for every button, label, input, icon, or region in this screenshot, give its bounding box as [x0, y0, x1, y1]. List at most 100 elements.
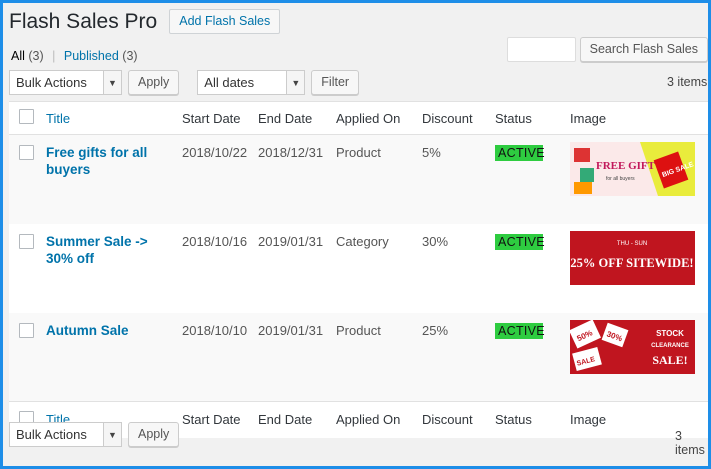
banner-text-sub: for all buyers: [606, 176, 635, 182]
row-title-link[interactable]: Summer Sale -> 30% off: [46, 224, 174, 267]
sale-banner-image: THU - SUN 25% OFF SITEWIDE!: [570, 230, 695, 285]
screen: Flash Sales Pro Add Flash Sales All (3) …: [3, 3, 708, 466]
sale-banner-image: FREE GIFT for all buyers BIG SALE: [570, 142, 695, 196]
title-cell: Autumn Sale: [46, 313, 182, 402]
row-title-link[interactable]: Autumn Sale: [46, 313, 174, 339]
column-image: Image: [570, 101, 708, 135]
applied-on-cell: Product: [336, 135, 422, 224]
view-published-count: (3): [122, 49, 138, 63]
status-cell: ACTIVE: [495, 224, 570, 313]
banner-text-stock: STOCK: [656, 329, 684, 338]
items-count-bottom: 3 items: [675, 429, 705, 457]
date-filter-value: All dates: [204, 75, 255, 90]
row-title-link[interactable]: Free gifts for all buyers: [46, 135, 174, 178]
image-cell: THU - SUN 25% OFF SITEWIDE!: [570, 224, 708, 313]
status-cell: ACTIVE: [495, 135, 570, 224]
row-checkbox-cell: [9, 313, 46, 402]
view-separator: |: [52, 49, 56, 63]
end-date-cell: 2018/12/31: [258, 135, 336, 224]
column-title[interactable]: Title: [46, 101, 182, 135]
discount: 5%: [422, 145, 441, 160]
flash-sales-table: Title Start Date End Date Applied On Dis…: [9, 101, 708, 438]
start-date-cell: 2018/10/22: [182, 135, 258, 224]
column-applied-on-footer: Applied On: [336, 401, 422, 438]
column-end-date: End Date: [258, 101, 336, 135]
sale-banner-image: 50% 30% SALE STOCK CLEARANCE SALE!: [570, 319, 695, 374]
column-applied-on: Applied On: [336, 101, 422, 135]
table-row: Summer Sale -> 30% off 2018/10/16 2019/0…: [9, 224, 708, 313]
bulk-actions-select-bottom[interactable]: Bulk Actions ▼: [9, 422, 122, 447]
column-status-footer: Status: [495, 401, 570, 438]
add-flash-sale-button[interactable]: Add Flash Sales: [169, 9, 281, 34]
applied-on: Product: [336, 145, 381, 160]
filter-button[interactable]: Filter: [311, 70, 360, 95]
table-row: Free gifts for all buyers 2018/10/22 201…: [9, 134, 708, 224]
bulk-actions-select-top[interactable]: Bulk Actions ▼: [9, 70, 122, 95]
chevron-down-icon: ▼: [103, 71, 121, 94]
search-box: Search Flash Sales: [506, 37, 708, 62]
column-status: Status: [495, 101, 570, 135]
applied-on: Category: [336, 233, 389, 249]
start-date-cell: 2018/10/10: [182, 313, 258, 402]
image-cell: 50% 30% SALE STOCK CLEARANCE SALE!: [570, 313, 708, 402]
bottom-tablenav: Bulk Actions ▼ Apply: [9, 422, 180, 447]
image-cell: FREE GIFT for all buyers BIG SALE: [570, 135, 708, 224]
discount-cell: 25%: [422, 313, 495, 402]
view-all-count: (3): [28, 49, 44, 63]
status-badge: ACTIVE: [495, 233, 545, 250]
chevron-down-icon: ▼: [103, 423, 121, 446]
search-input[interactable]: [506, 37, 576, 62]
start-date: 2018/10/22: [182, 145, 248, 160]
view-published-link[interactable]: Published: [64, 49, 119, 63]
bulk-actions-value: Bulk Actions: [16, 75, 87, 90]
end-date-cell: 2019/01/31: [258, 313, 336, 402]
table-header-row: Title Start Date End Date Applied On Dis…: [9, 101, 708, 135]
end-date: 2018/12/31: [258, 145, 324, 160]
row-checkbox[interactable]: [19, 145, 34, 160]
banner-text-sale: SALE!: [652, 353, 687, 367]
table-row: Autumn Sale 2018/10/10 2019/01/31 Produc…: [9, 312, 708, 402]
discount-cell: 30%: [422, 224, 495, 313]
select-all-cell: [9, 101, 46, 135]
applied-on-cell: Category: [336, 224, 422, 313]
page-header: Flash Sales Pro Add Flash Sales: [9, 9, 281, 34]
column-start-date-footer: Start Date: [182, 401, 258, 438]
items-count-top: 3 items: [667, 75, 708, 89]
applied-on-cell: Product: [336, 313, 422, 402]
page-title: Flash Sales Pro: [9, 9, 158, 33]
start-date: 2018/10/16: [182, 233, 248, 249]
applied-on: Product: [336, 322, 381, 338]
apply-button-top[interactable]: Apply: [128, 70, 180, 95]
title-cell: Summer Sale -> 30% off: [46, 224, 182, 313]
view-filters: All (3) | Published (3): [11, 49, 138, 63]
discount: 25%: [422, 322, 449, 338]
discount-cell: 5%: [422, 135, 495, 224]
banner-text-main: 25% OFF SITEWIDE!: [570, 256, 693, 270]
chevron-down-icon: ▼: [286, 71, 305, 94]
view-all-link[interactable]: All: [11, 49, 25, 63]
banner-text-main: FREE GIFT: [596, 160, 656, 172]
title-cell: Free gifts for all buyers: [46, 135, 182, 224]
end-date-cell: 2019/01/31: [258, 224, 336, 313]
banner-text-clearance: CLEARANCE: [651, 343, 689, 349]
column-discount-footer: Discount: [422, 401, 495, 438]
row-checkbox[interactable]: [19, 233, 34, 249]
status-badge: ACTIVE: [495, 145, 545, 161]
bulk-actions-value: Bulk Actions: [16, 427, 87, 442]
column-discount: Discount: [422, 101, 495, 135]
column-start-date: Start Date: [182, 101, 258, 135]
row-checkbox[interactable]: [19, 322, 34, 338]
select-all-checkbox[interactable]: [19, 109, 34, 124]
date-filter-select[interactable]: All dates ▼: [197, 70, 306, 95]
search-button[interactable]: Search Flash Sales: [579, 37, 708, 62]
top-tablenav: Bulk Actions ▼ Apply All dates ▼ Filter: [9, 70, 360, 95]
row-checkbox-cell: [9, 224, 46, 313]
end-date: 2019/01/31: [258, 233, 324, 249]
apply-button-bottom[interactable]: Apply: [128, 422, 180, 447]
column-end-date-footer: End Date: [258, 401, 336, 438]
start-date-cell: 2018/10/16: [182, 224, 258, 313]
start-date: 2018/10/10: [182, 322, 248, 338]
end-date: 2019/01/31: [258, 322, 324, 338]
discount: 30%: [422, 233, 449, 249]
status-badge: ACTIVE: [495, 322, 545, 339]
